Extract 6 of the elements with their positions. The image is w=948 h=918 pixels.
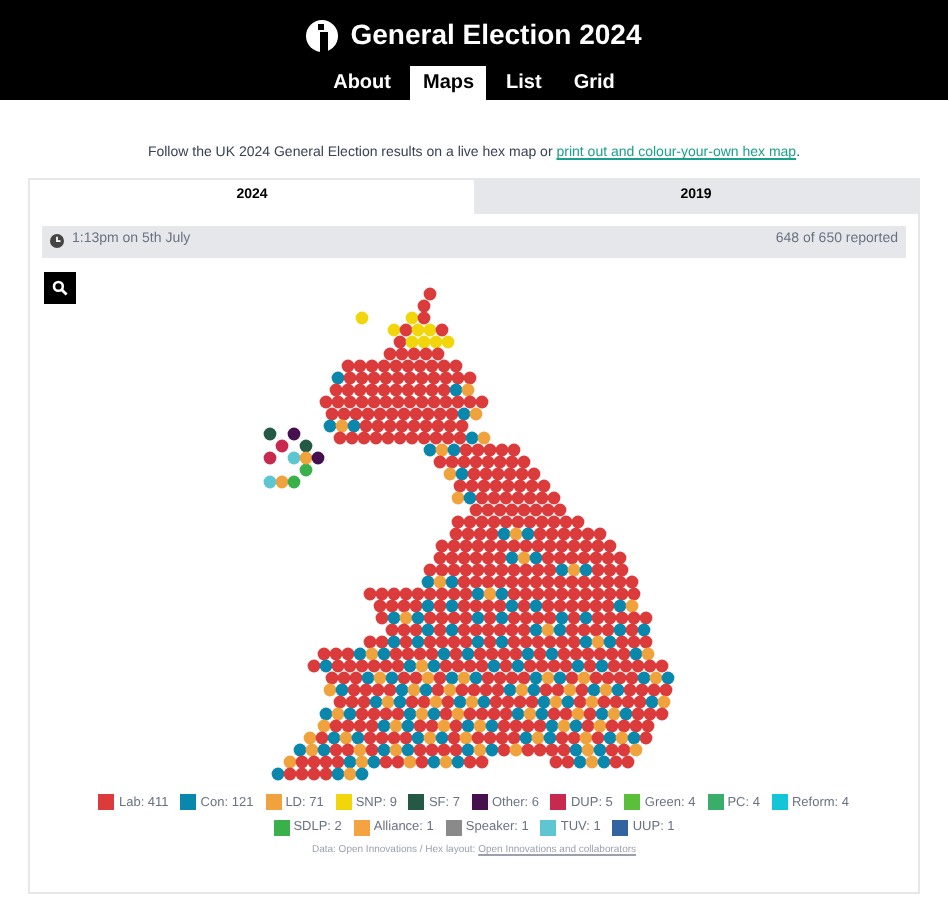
site-title: General Election 2024 — [350, 16, 642, 54]
search-button[interactable] — [44, 271, 76, 303]
search-icon — [52, 279, 68, 295]
clock-icon — [50, 234, 64, 248]
logo-icon — [306, 19, 339, 51]
nav-tab[interactable]: Maps — [410, 66, 487, 100]
